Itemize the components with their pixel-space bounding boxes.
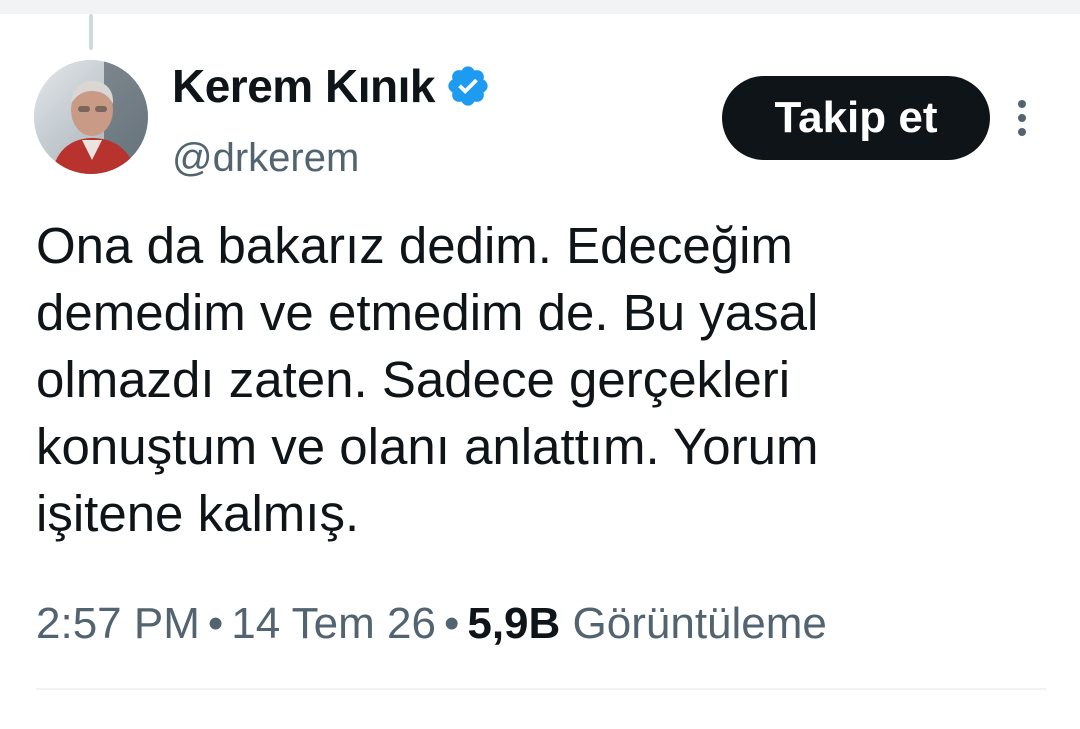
tweet-time[interactable]: 2:57 PM (36, 599, 200, 648)
tweet-text-line: konuştum ve olanı anlattım. Yorum (36, 418, 819, 475)
author-handle[interactable]: @drkerem (172, 134, 359, 182)
tweet-text-line: demedim ve etmedim de. Bu yasal (36, 284, 819, 341)
tweet-text-line: işitene kalmış. (36, 485, 360, 542)
more-options-icon[interactable] (1010, 98, 1034, 138)
previous-tweet-strip (0, 0, 1080, 14)
tweet-meta-row: 2:57 PM • 14 Tem 26 • 5,9B Görüntüleme (36, 596, 827, 652)
follow-button[interactable]: Takip et (722, 76, 990, 160)
tweet-text-line: olmazdı zaten. Sadece gerçekleri (36, 351, 791, 408)
views-label: Görüntüleme (572, 599, 827, 648)
views-count: 5,9B (467, 599, 561, 648)
meta-separator: • (207, 599, 224, 648)
profile-photo-icon (34, 60, 148, 174)
avatar[interactable] (34, 60, 148, 174)
verified-badge-icon[interactable] (445, 63, 491, 109)
thread-connector-line (89, 14, 93, 50)
author-name-row[interactable]: Kerem Kınık (172, 58, 491, 114)
tweet-text-line: Ona da bakarız dedim. Edeceğim (36, 217, 793, 274)
meta-separator: • (443, 599, 460, 648)
display-name[interactable]: Kerem Kınık (172, 58, 435, 114)
divider (36, 688, 1046, 690)
tweet-text: Ona da bakarız dedim. Edeceğim demedim v… (36, 212, 1046, 547)
tweet-date[interactable]: 14 Tem 26 (231, 599, 436, 648)
